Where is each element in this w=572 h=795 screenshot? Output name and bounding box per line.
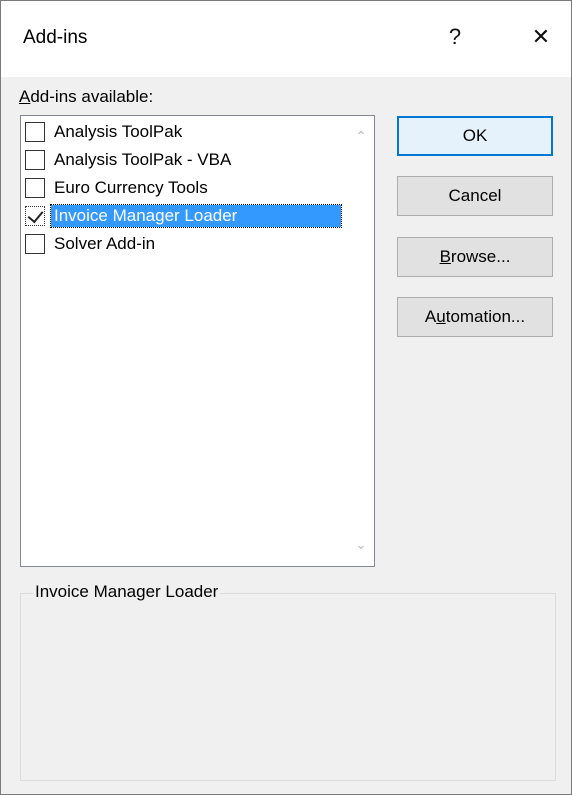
dialog-title: Add-ins — [23, 27, 88, 48]
title-bar: Add-ins ? ✕ — [1, 1, 571, 77]
addins-listbox[interactable]: Analysis ToolPak Analysis ToolPak - VBA … — [20, 115, 375, 567]
addin-description-group: Invoice Manager Loader — [20, 582, 556, 781]
addins-available-label: Add-ins available: — [19, 87, 153, 107]
checkbox[interactable] — [25, 122, 45, 142]
browse-button[interactable]: Browse... — [397, 237, 553, 277]
list-item-label: Solver Add-in — [54, 234, 156, 253]
scroll-up-icon[interactable]: ⌃ — [351, 126, 371, 146]
list-item-solver-addin[interactable]: Solver Add-in — [25, 231, 345, 257]
list-item-analysis-toolpak[interactable]: Analysis ToolPak — [25, 119, 345, 145]
cancel-button[interactable]: Cancel — [397, 176, 553, 216]
close-icon[interactable]: ✕ — [513, 11, 569, 63]
ok-button[interactable]: OK — [397, 116, 553, 156]
browse-label-rest: rowse... — [450, 247, 511, 266]
checkbox[interactable] — [25, 234, 45, 254]
access-key-u: u — [436, 307, 446, 326]
list-item-label: Invoice Manager Loader — [50, 204, 342, 228]
list-item-analysis-toolpak-vba[interactable]: Analysis ToolPak - VBA — [25, 147, 345, 173]
list-item-invoice-manager-loader[interactable]: Invoice Manager Loader — [25, 203, 345, 229]
automation-button[interactable]: Au tomation... — [397, 297, 553, 337]
list-item-euro-currency-tools[interactable]: Euro Currency Tools — [25, 175, 345, 201]
access-key-A: A — [19, 87, 31, 106]
list-item-label: Analysis ToolPak - VBA — [54, 150, 232, 169]
automation-label-rest: tomation... — [445, 307, 526, 326]
checkbox[interactable] — [25, 178, 45, 198]
group-title: Invoice Manager Loader — [33, 582, 221, 602]
avail-label-rest: dd-ins available: — [30, 87, 154, 106]
checkbox-checked[interactable] — [25, 206, 45, 226]
automation-label-pre: A — [424, 307, 437, 326]
access-key-B: B — [439, 247, 451, 266]
help-icon[interactable]: ? — [427, 11, 483, 63]
addins-dialog: Add-ins ? ✕ Add-ins available: Analysis … — [0, 0, 572, 795]
checkbox[interactable] — [25, 150, 45, 170]
list-item-label: Analysis ToolPak — [54, 122, 183, 141]
scroll-down-icon[interactable]: ⌄ — [351, 534, 371, 554]
list-item-label: Euro Currency Tools — [54, 178, 208, 197]
